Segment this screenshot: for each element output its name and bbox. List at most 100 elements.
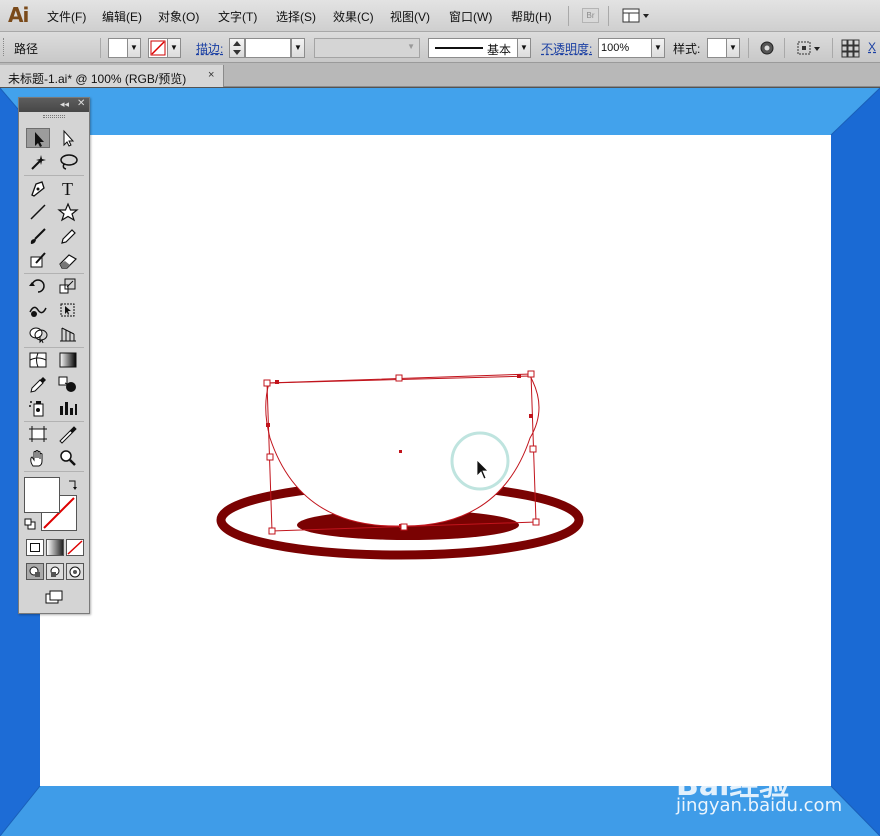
rotate-tool-icon[interactable]	[26, 276, 50, 296]
menu-view[interactable]: 视图(V)	[390, 8, 430, 25]
bounding-handle[interactable]	[529, 445, 537, 453]
swap-fill-stroke-icon[interactable]	[67, 478, 79, 490]
screen-mode-button[interactable]	[42, 588, 66, 606]
anchor-point[interactable]	[266, 423, 270, 427]
anchor-point[interactable]	[529, 414, 533, 418]
bounding-handle[interactable]	[527, 370, 535, 378]
graphic-style-swatch[interactable]	[707, 38, 727, 58]
draw-normal-button[interactable]	[26, 563, 44, 580]
menu-window[interactable]: 窗口(W)	[449, 8, 492, 25]
control-bar-grip[interactable]	[3, 38, 6, 56]
variable-width-profile[interactable]: ▼	[314, 38, 420, 58]
perspective-grid-tool-icon[interactable]	[56, 324, 80, 344]
free-transform-tool-icon[interactable]	[56, 300, 80, 320]
draw-behind-button[interactable]	[46, 563, 64, 580]
stroke-weight-stepper[interactable]	[229, 38, 245, 58]
eraser-tool-icon[interactable]	[56, 250, 80, 270]
tools-panel-header[interactable]: ◂◂ ✕	[19, 98, 89, 112]
anchor-point[interactable]	[275, 380, 279, 384]
opacity-dropdown[interactable]: ▼	[651, 38, 665, 58]
close-icon[interactable]: ✕	[77, 98, 85, 109]
isolate-group-icon	[797, 41, 820, 55]
default-fill-stroke-icon[interactable]	[24, 518, 36, 530]
color-mode-button[interactable]	[26, 539, 44, 556]
bridge-button[interactable]: Br	[582, 8, 599, 23]
stroke-dropdown[interactable]: ▼	[167, 38, 181, 58]
fill-dropdown[interactable]: ▼	[127, 38, 141, 58]
draw-inside-icon	[69, 566, 81, 578]
type-tool-icon[interactable]: T	[56, 178, 80, 198]
scale-tool-icon[interactable]	[56, 276, 80, 296]
menu-object[interactable]: 对象(O)	[158, 8, 199, 25]
bounding-handle[interactable]	[266, 453, 274, 461]
fill-color-front[interactable]	[24, 477, 60, 513]
control-separator	[100, 38, 101, 58]
blob-brush-tool-icon[interactable]	[26, 250, 50, 270]
fill-swatch[interactable]	[108, 38, 128, 58]
shape-builder-tool-icon[interactable]	[26, 324, 50, 344]
none-mode-button[interactable]	[66, 539, 84, 556]
workspace-switcher-button[interactable]	[620, 7, 652, 25]
eyedropper-tool-icon[interactable]	[26, 374, 50, 394]
brush-definition-box[interactable]: 基本	[428, 38, 518, 58]
symbol-sprayer-tool-icon[interactable]	[26, 398, 50, 418]
brush-dropdown[interactable]: ▼	[517, 38, 531, 58]
menu-select[interactable]: 选择(S)	[276, 8, 316, 25]
graphic-style-dropdown[interactable]: ▼	[726, 38, 740, 58]
close-icon[interactable]: ×	[208, 69, 214, 81]
pencil-tool-icon[interactable]	[56, 226, 80, 246]
menu-help[interactable]: 帮助(H)	[511, 8, 552, 25]
star-tool-icon[interactable]	[56, 202, 80, 222]
align-button[interactable]	[840, 38, 860, 58]
anchor-point[interactable]	[517, 374, 521, 378]
menu-effect[interactable]: 效果(C)	[333, 8, 374, 25]
document-tab-title: 未标题-1.ai* @ 100% (RGB/预览)	[8, 72, 187, 86]
draw-inside-button[interactable]	[66, 563, 84, 580]
lasso-tool-icon[interactable]	[56, 152, 80, 172]
stroke-weight-input[interactable]	[245, 38, 291, 58]
direct-selection-tool-icon[interactable]	[56, 128, 80, 148]
selection-tool-icon[interactable]	[26, 128, 50, 148]
bounding-handle[interactable]	[395, 374, 403, 382]
zoom-tool-icon[interactable]	[56, 448, 80, 468]
line-segment-tool-icon[interactable]	[26, 202, 50, 222]
slice-tool-icon[interactable]	[56, 424, 80, 444]
mesh-tool-icon[interactable]	[26, 350, 50, 370]
gradient-tool-icon[interactable]	[56, 350, 80, 370]
draw-normal-icon	[29, 566, 40, 577]
no-color-icon	[150, 40, 166, 56]
magic-wand-tool-icon[interactable]	[26, 152, 50, 172]
bounding-handle[interactable]	[268, 527, 276, 535]
opacity-input[interactable]: 100%	[598, 38, 652, 58]
isolate-button[interactable]	[796, 39, 824, 57]
tools-panel-grip[interactable]	[43, 115, 65, 118]
warp-tool-icon[interactable]	[26, 300, 50, 320]
opacity-label[interactable]: 不透明度:	[541, 40, 592, 57]
tool-separator	[24, 273, 84, 274]
menu-type[interactable]: 文字(T)	[218, 8, 257, 25]
column-graph-tool-icon[interactable]	[56, 398, 80, 418]
pen-tool-icon[interactable]	[26, 178, 50, 198]
tool-separator	[24, 471, 84, 472]
stroke-weight-label[interactable]: 描边:	[196, 40, 223, 57]
x-coordinate-label[interactable]: X	[868, 40, 876, 54]
canvas-svg[interactable]	[0, 88, 880, 836]
canvas-area[interactable]: Bai经验 jingyan.baidu.com	[0, 88, 880, 836]
paintbrush-tool-icon[interactable]	[26, 226, 50, 246]
document-tab[interactable]: 未标题-1.ai* @ 100% (RGB/预览) ×	[0, 65, 224, 87]
collapse-icon[interactable]: ◂◂	[60, 99, 69, 110]
stroke-weight-dropdown[interactable]: ▼	[291, 38, 305, 58]
blend-tool-icon[interactable]	[56, 374, 80, 394]
bounding-handle[interactable]	[400, 523, 408, 531]
hand-tool-icon[interactable]	[26, 448, 50, 468]
menu-edit[interactable]: 编辑(E)	[102, 8, 142, 25]
artboard-tool-icon[interactable]	[26, 424, 50, 444]
tool-separator	[24, 421, 84, 422]
app-logo: Ai	[8, 3, 29, 27]
bounding-handle[interactable]	[263, 379, 271, 387]
menu-file[interactable]: 文件(F)	[47, 8, 86, 25]
recolor-artwork-button[interactable]	[758, 39, 776, 57]
gradient-mode-button[interactable]	[46, 539, 64, 556]
bounding-handle[interactable]	[532, 518, 540, 526]
stroke-swatch[interactable]	[148, 38, 168, 58]
